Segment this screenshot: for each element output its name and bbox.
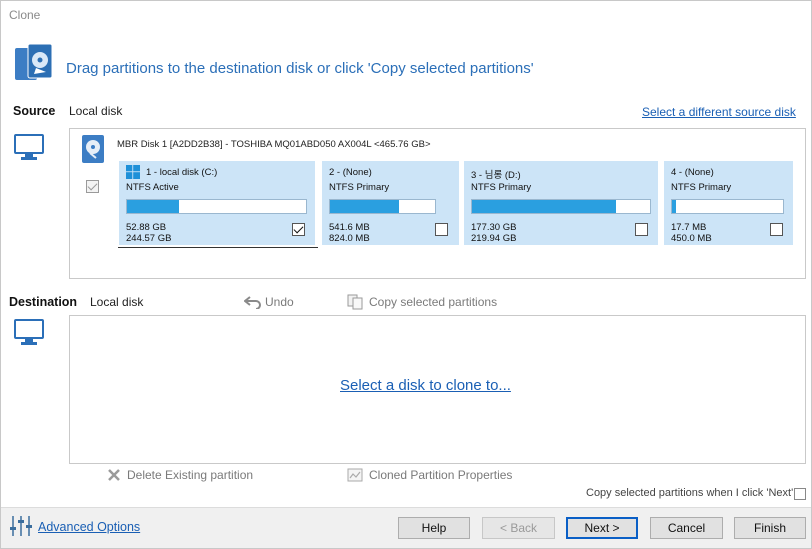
cloned-partition-properties-button[interactable]: Cloned Partition Properties (369, 468, 512, 482)
partition-name: 4 - (None) (671, 167, 714, 178)
partition-total: 219.94 GB (471, 233, 517, 244)
next-button[interactable]: Next > (566, 517, 638, 539)
advanced-options-sliders-icon[interactable] (9, 515, 33, 537)
partition-2[interactable]: 2 - (None) NTFS Primary 541.6 MB 824.0 M… (322, 161, 459, 245)
partition-name: 3 - 님롱 (D:) (471, 170, 521, 181)
source-disk-info: MBR Disk 1 [A2DD2B38] - TOSHIBA MQ01ABD0… (117, 139, 431, 150)
partition-checkbox[interactable] (435, 223, 448, 236)
copy-icon (347, 294, 365, 310)
finish-button[interactable]: Finish (734, 517, 806, 539)
selected-partition-underline (118, 247, 318, 248)
partition-usage-bar (329, 199, 436, 214)
partition-checkbox[interactable] (635, 223, 648, 236)
partition-type: NTFS Primary (329, 182, 390, 193)
window-title: Clone (9, 8, 41, 22)
partition-1[interactable]: 1 - local disk (C:) NTFS Active 52.88 GB… (119, 161, 315, 245)
partition-usage-fill (330, 200, 400, 213)
cancel-button[interactable]: Cancel (650, 517, 723, 539)
windows-logo-icon (126, 165, 140, 179)
undo-icon (243, 295, 262, 310)
partition-name: 1 - local disk (C:) (146, 167, 218, 178)
partition-total: 244.57 GB (126, 233, 172, 244)
partition-used: 17.7 MB (671, 222, 707, 233)
partition-type: NTFS Primary (471, 182, 532, 193)
partition-checkbox[interactable] (770, 223, 783, 236)
help-button[interactable]: Help (398, 517, 470, 539)
partition-usage-fill (672, 200, 677, 213)
partition-usage-fill (472, 200, 617, 213)
partition-type: NTFS Primary (671, 182, 732, 193)
undo-button[interactable]: Undo (265, 295, 294, 309)
partition-4[interactable]: 4 - (None) NTFS Primary 17.7 MB 450.0 MB (664, 161, 793, 245)
partition-checkbox[interactable] (292, 223, 305, 236)
partition-name: 2 - (None) (329, 167, 372, 178)
monitor-icon (14, 133, 44, 163)
select-all-partitions-checkbox[interactable] (86, 180, 99, 193)
destination-label: Destination (9, 295, 78, 309)
delete-existing-partition-button[interactable]: Delete Existing partition (127, 468, 253, 482)
header-instruction: Drag partitions to the destination disk … (66, 60, 534, 77)
partition-total: 450.0 MB (671, 233, 712, 244)
select-disk-to-clone-link[interactable]: Select a disk to clone to... (340, 377, 511, 394)
source-label: Source (13, 104, 56, 118)
copy-selected-partitions-button[interactable]: Copy selected partitions (369, 295, 497, 309)
copy-on-next-checkbox[interactable] (794, 488, 806, 500)
partition-usage-bar (471, 199, 651, 214)
delete-x-icon (107, 468, 121, 482)
partition-type: NTFS Active (126, 182, 179, 193)
back-button[interactable]: < Back (482, 517, 555, 539)
monitor-icon (14, 318, 44, 348)
copy-on-next-label: Copy selected partitions when I click 'N… (586, 487, 794, 499)
partition-usage-fill (127, 200, 179, 213)
advanced-options-link[interactable]: Advanced Options (38, 520, 140, 534)
destination-disk-type: Local disk (90, 295, 144, 309)
clone-disk-icon (14, 42, 54, 86)
partition-used: 52.88 GB (126, 222, 167, 233)
disk-icon (81, 134, 105, 164)
select-different-source-link[interactable]: Select a different source disk (642, 105, 796, 119)
partition-3[interactable]: 3 - 님롱 (D:) NTFS Primary 177.30 GB 219.9… (464, 161, 658, 245)
partition-used: 177.30 GB (471, 222, 517, 233)
properties-icon (347, 468, 363, 482)
source-disk-type: Local disk (69, 104, 123, 118)
partition-total: 824.0 MB (329, 233, 370, 244)
partition-used: 541.6 MB (329, 222, 370, 233)
partition-usage-bar (126, 199, 307, 214)
partition-usage-bar (671, 199, 784, 214)
